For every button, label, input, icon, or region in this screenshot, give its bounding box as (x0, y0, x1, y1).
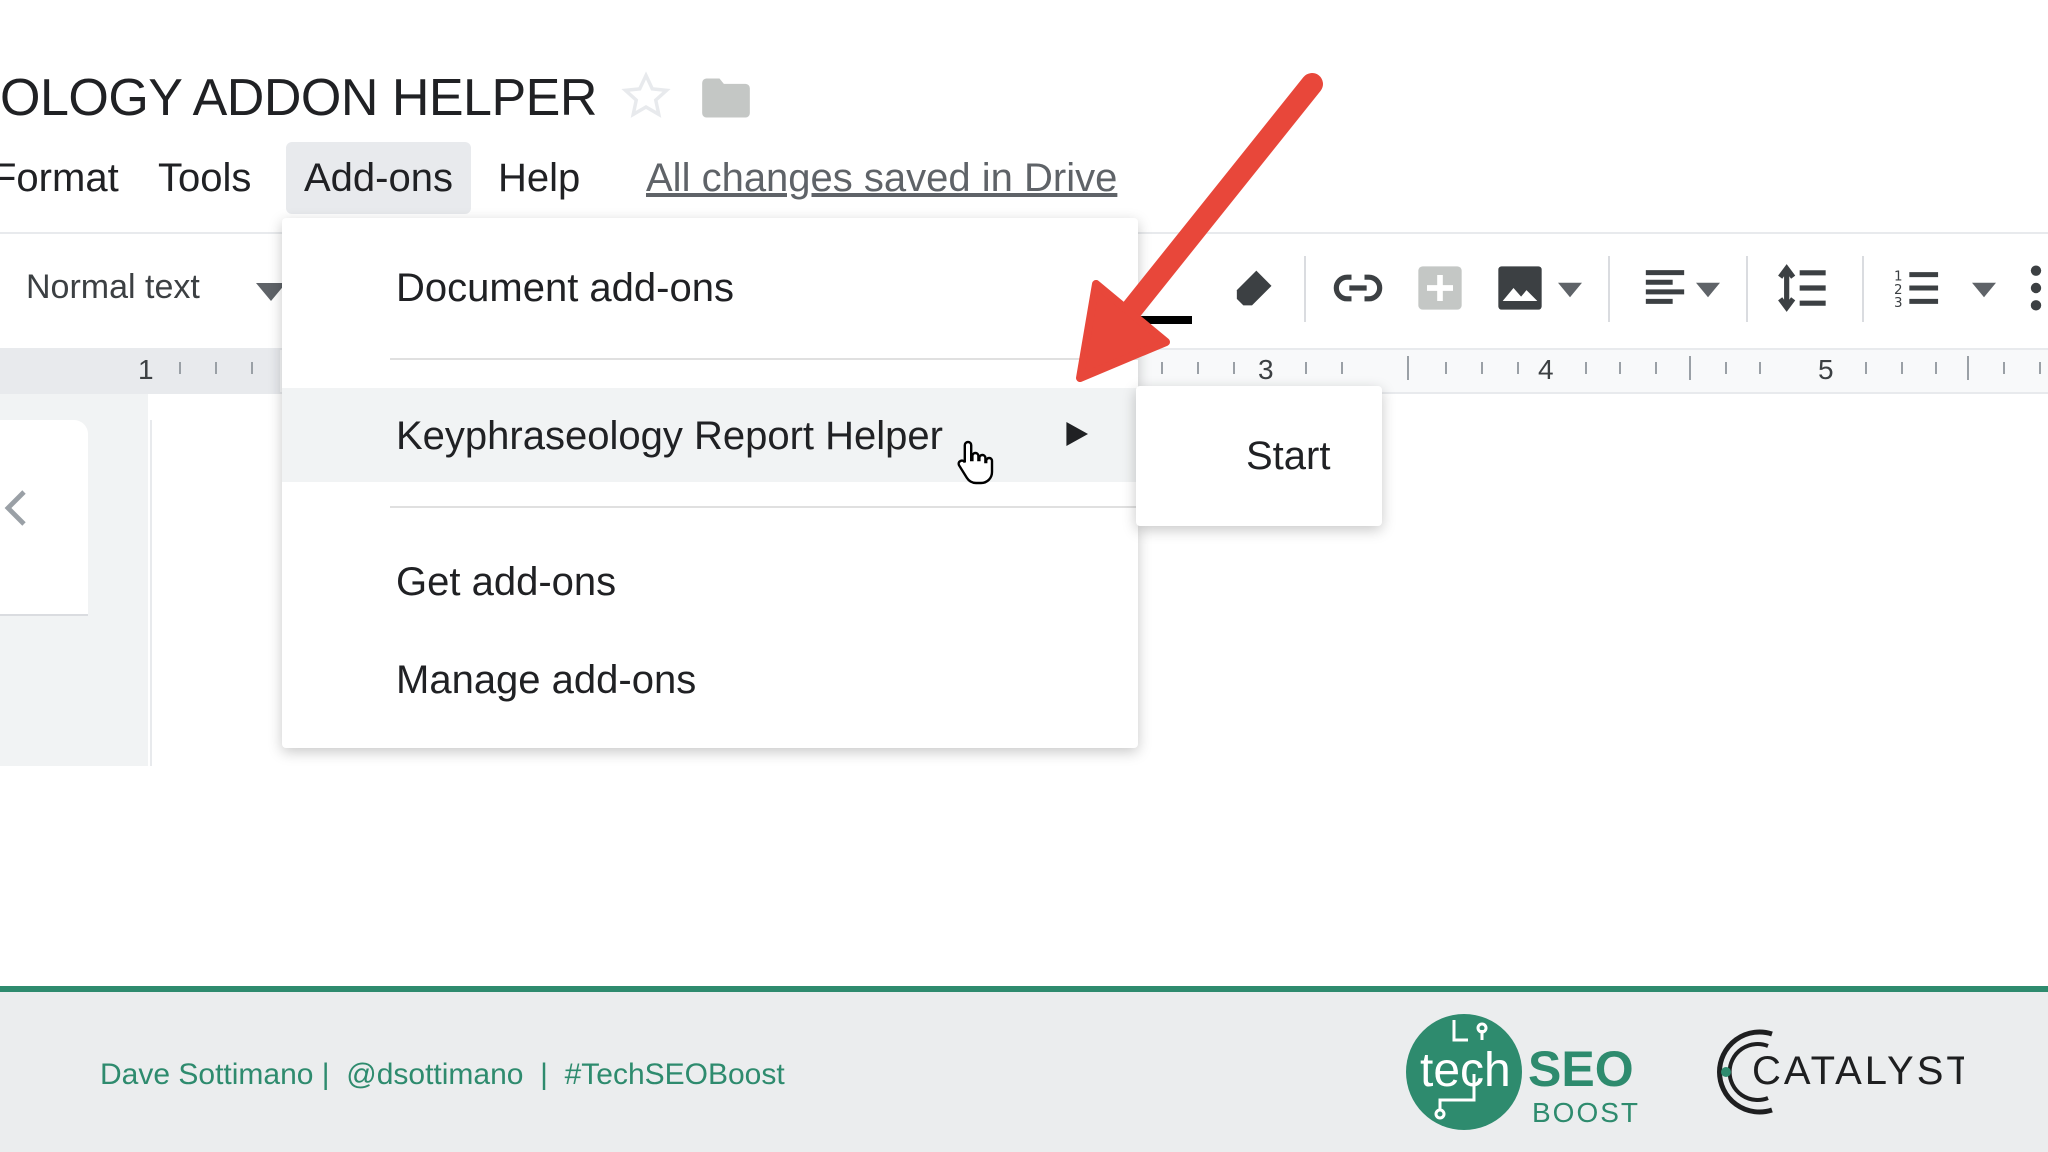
ruler-number: 5 (1818, 354, 1834, 385)
numbered-list-icon[interactable]: 1 2 3 (1894, 262, 1940, 314)
align-caret-icon[interactable] (1696, 282, 1720, 298)
star-icon[interactable] (620, 70, 672, 122)
document-title[interactable]: OLOGY ADDON HELPER (0, 66, 597, 130)
image-caret-icon[interactable] (1558, 282, 1582, 298)
menu-tools[interactable]: Tools (158, 152, 251, 204)
techseo-boost-logo: tech SEO BOOST (1406, 1014, 1640, 1130)
list-caret-icon[interactable] (1972, 282, 1996, 298)
more-icon[interactable] (2028, 262, 2044, 314)
menu-item-keyphraseology-report-helper[interactable]: Keyphraseology Report Helper (396, 410, 943, 462)
toolbar-divider (1746, 256, 1748, 322)
menu-divider (390, 358, 1138, 360)
folder-icon[interactable] (700, 76, 752, 120)
line-spacing-icon[interactable] (1778, 262, 1830, 314)
menu-divider (390, 506, 1138, 508)
paragraph-style-select[interactable]: Normal text (26, 268, 200, 307)
submenu-arrow-icon (1066, 422, 1088, 446)
techseo-logo-tech: tech (1420, 1044, 1511, 1097)
catalyst-logo-text: CATALYST (1752, 1049, 1964, 1093)
menu-addons[interactable]: Add-ons (286, 142, 471, 214)
menu-item-get-addons[interactable]: Get add-ons (396, 556, 616, 608)
insert-comment-icon[interactable] (1414, 262, 1466, 314)
align-icon[interactable] (1642, 262, 1688, 314)
insert-image-icon[interactable] (1494, 262, 1546, 314)
submenu-item-start[interactable]: Start (1246, 430, 1330, 482)
keyphraseology-submenu: Start (1136, 386, 1382, 526)
addons-dropdown-menu: Document add-ons Keyphraseology Report H… (282, 218, 1138, 748)
techseo-logo-boost: BOOST (1532, 1097, 1640, 1128)
annotation-arrow (1076, 73, 1323, 382)
menu-format[interactable]: Format (0, 152, 119, 204)
catalyst-logo: CATALYST (1717, 1029, 1964, 1115)
techseo-logo-seo: SEO (1528, 1041, 1634, 1097)
menu-item-document-addons[interactable]: Document add-ons (396, 262, 734, 314)
ruler-number: 4 (1538, 354, 1554, 385)
toolbar-divider (1608, 256, 1610, 322)
svg-text:3: 3 (1894, 296, 1903, 311)
menu-help[interactable]: Help (498, 152, 580, 204)
hand-cursor-icon (957, 440, 994, 485)
chevron-left-icon[interactable] (4, 488, 28, 528)
menu-item-manage-addons[interactable]: Manage add-ons (396, 654, 696, 706)
toolbar-divider (1862, 256, 1864, 322)
footer-credits: Dave Sottimano | @dsottimano | #TechSEOB… (100, 1058, 785, 1091)
ruler-number: 1 (138, 354, 154, 385)
